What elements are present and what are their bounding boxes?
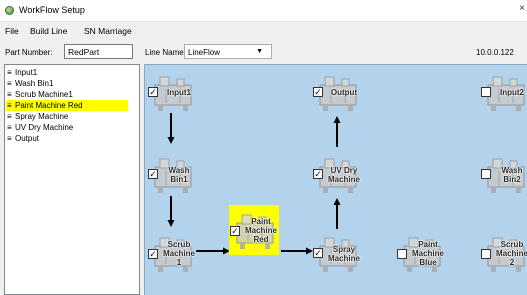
- station-label: Wash Bin1: [161, 166, 197, 184]
- window-title: WorkFlow Setup: [19, 5, 85, 15]
- station-list[interactable]: ≡ Input1 ≡ Wash Bin1 ≡ Scrub Machine1 ≡ Paint M…: [4, 64, 140, 295]
- menu-sn-marriage[interactable]: SN Marriage: [84, 26, 132, 36]
- drag-handle-icon: ≡: [7, 123, 12, 132]
- station-label: Scrub Machine 2: [494, 240, 527, 267]
- station-label-line: 2: [509, 258, 515, 267]
- line-name-select[interactable]: LineFlow ▼: [184, 44, 272, 59]
- list-item[interactable]: ≡ Spray Machine: [6, 111, 128, 122]
- list-item-label: Spray Machine: [15, 112, 69, 121]
- station-label: Paint Machine Blue: [410, 240, 446, 267]
- list-item[interactable]: ≡ Scrub Machine1: [6, 89, 128, 100]
- station-checkbox[interactable]: ✓: [148, 249, 158, 259]
- station-checkbox[interactable]: ✓: [148, 87, 158, 97]
- station-checkbox[interactable]: ✓: [148, 169, 158, 179]
- station-input2[interactable]: Input2: [480, 67, 527, 117]
- list-item[interactable]: ≡ UV Dry Machine: [6, 122, 128, 133]
- station-checkbox[interactable]: [481, 249, 491, 259]
- station-output[interactable]: ✓ Output: [312, 67, 362, 117]
- station-paint-blue[interactable]: Paint Machine Blue: [396, 228, 446, 278]
- drag-handle-icon: ≡: [7, 90, 12, 99]
- station-scrub1[interactable]: ✓ Scrub Machine 1: [147, 228, 197, 278]
- station-checkbox[interactable]: [481, 169, 491, 179]
- flow-canvas[interactable]: ✓ Input1 ✓ Output Input2 ✓ Wash Bin1 ✓ UV Dry Mach…: [144, 64, 527, 295]
- title-bar: WorkFlow Setup ×: [0, 0, 527, 22]
- part-number-label: Part Number:: [5, 48, 53, 57]
- station-label-line: UV Dry: [330, 166, 358, 175]
- station-checkbox[interactable]: ✓: [313, 248, 323, 258]
- station-label-line: Machine: [327, 254, 360, 263]
- list-item-label: Input1: [15, 68, 38, 77]
- station-label-line: 1: [176, 258, 182, 267]
- station-label: Wash Bin2: [494, 166, 527, 184]
- menu-bar: File Build Line SN Marriage: [0, 23, 527, 40]
- station-label: Paint Machine Red: [243, 217, 279, 244]
- station-label-line: Scrub: [500, 240, 524, 249]
- drag-handle-icon: ≡: [7, 134, 12, 143]
- station-paint-red[interactable]: ✓ Paint Machine Red: [229, 205, 279, 255]
- station-label-line: Machine: [495, 249, 527, 258]
- drag-handle-icon: ≡: [7, 101, 12, 110]
- line-name-value: LineFlow: [188, 48, 221, 57]
- station-wash-bin2[interactable]: Wash Bin2: [480, 149, 527, 199]
- station-scrub2[interactable]: Scrub Machine 2: [480, 228, 527, 278]
- station-label-line: Spray: [332, 245, 356, 254]
- menu-build-line[interactable]: Build Line: [30, 26, 67, 36]
- list-item-label: Paint Machine Red: [15, 101, 83, 110]
- drag-handle-icon: ≡: [7, 112, 12, 121]
- station-label-line: Red: [253, 235, 269, 244]
- chevron-down-icon: ▼: [256, 48, 263, 55]
- list-item[interactable]: ≡ Output: [6, 133, 128, 144]
- station-label-line: Output: [330, 88, 358, 97]
- station-wash-bin1[interactable]: ✓ Wash Bin1: [147, 149, 197, 199]
- list-item-label: Output: [15, 134, 40, 143]
- list-item-label: UV Dry Machine: [15, 123, 74, 132]
- station-label-line: Bin2: [503, 175, 521, 184]
- station-label: Scrub Machine 1: [161, 240, 197, 267]
- part-number-input[interactable]: RedPart: [64, 44, 133, 59]
- station-uv-dry[interactable]: ✓ UV Dry Machine: [312, 149, 362, 199]
- station-label: Output: [326, 88, 362, 97]
- station-label-line: Wash: [501, 166, 523, 175]
- station-label-line: Machine: [327, 175, 360, 184]
- station-label-line: Scrub: [167, 240, 191, 249]
- station-label-line: Paint: [251, 217, 271, 226]
- app-icon: [5, 6, 14, 15]
- line-name-label: Line Name:: [145, 48, 186, 57]
- drag-handle-icon: ≡: [7, 79, 12, 88]
- list-item-label: Scrub Machine1: [15, 90, 73, 99]
- station-label-line: Machine: [411, 249, 444, 258]
- station-checkbox[interactable]: ✓: [313, 87, 323, 97]
- station-label-line: Input1: [167, 88, 191, 97]
- station-input1[interactable]: ✓ Input1: [147, 67, 197, 117]
- station-label: Spray Machine: [326, 245, 362, 263]
- list-item[interactable]: ≡ Input1: [6, 67, 128, 78]
- menu-file[interactable]: File: [5, 26, 19, 36]
- station-checkbox[interactable]: [481, 87, 491, 97]
- station-checkbox[interactable]: ✓: [230, 226, 240, 236]
- station-label: UV Dry Machine: [326, 166, 362, 184]
- list-item[interactable]: ≡ Wash Bin1: [6, 78, 128, 89]
- station-label-line: Input2: [500, 88, 524, 97]
- station-spray[interactable]: ✓ Spray Machine: [312, 228, 362, 278]
- close-icon[interactable]: ×: [519, 3, 525, 14]
- station-label-line: Paint: [418, 240, 438, 249]
- station-label-line: Machine: [244, 226, 277, 235]
- ip-address: 10.0.0.122: [476, 48, 514, 57]
- drag-handle-icon: ≡: [7, 68, 12, 77]
- station-label: Input1: [161, 88, 197, 97]
- station-label-line: Wash: [168, 166, 190, 175]
- station-label-line: Bin1: [170, 175, 188, 184]
- station-checkbox[interactable]: [397, 249, 407, 259]
- station-checkbox[interactable]: ✓: [313, 169, 323, 179]
- station-label: Input2: [494, 88, 527, 97]
- station-label-line: Machine: [162, 249, 195, 258]
- list-item[interactable]: ≡ Paint Machine Red: [6, 100, 128, 111]
- station-label-line: Blue: [419, 258, 437, 267]
- list-item-label: Wash Bin1: [15, 79, 54, 88]
